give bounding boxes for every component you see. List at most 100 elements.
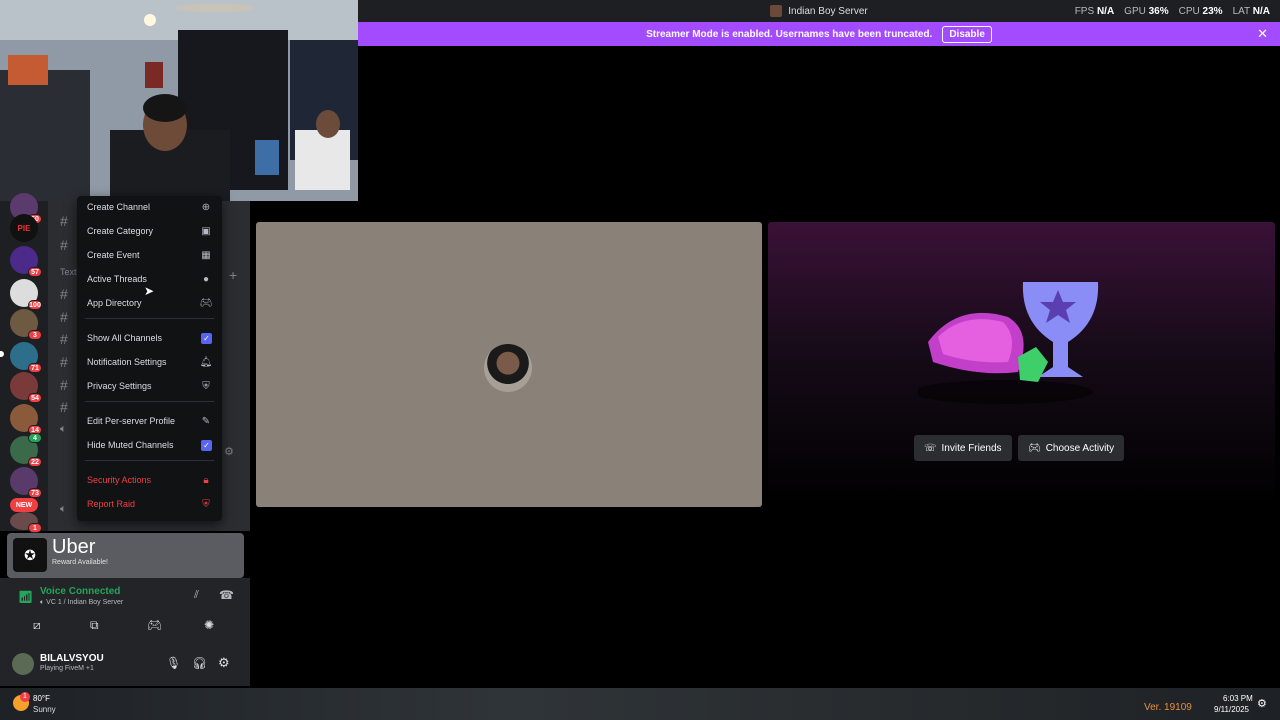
taskbar: 1 80°F Sunny Ver. 19109 6:03 PM 9/11/202…: [0, 688, 1280, 720]
gear-icon[interactable]: ⚙: [224, 445, 234, 458]
perf-fps: FPS N/A: [1074, 5, 1115, 17]
menu-hide-muted-channels[interactable]: Hide Muted Channels ✓: [83, 434, 216, 456]
username: BILALVSYOU: [40, 653, 104, 664]
banner-text: Streamer Mode is enabled. Usernames have…: [646, 28, 933, 40]
hash-icon: #: [60, 331, 68, 347]
plus-circle-icon: ⊕: [201, 201, 211, 213]
close-icon[interactable]: ✕: [1257, 26, 1268, 42]
hash-icon: #: [60, 377, 68, 393]
clock-date[interactable]: 9/11/2025: [1214, 705, 1249, 714]
uber-promo[interactable]: ✪ Uber Reward Available!: [7, 533, 244, 578]
shield-alert-icon: ⛨: [202, 498, 210, 510]
participant-avatar: [484, 344, 532, 392]
user-activity: Playing FiveM +1: [40, 665, 94, 672]
notification-icon[interactable]: ⚙: [1257, 697, 1267, 710]
uber-title: Uber: [52, 536, 96, 558]
menu-show-all-channels[interactable]: Show All Channels ✓: [83, 327, 216, 349]
menu-security-actions[interactable]: Security Actions 🔒︎: [83, 469, 216, 491]
new-badge[interactable]: NEW: [10, 498, 38, 512]
mouse-cursor-icon: ➤: [144, 284, 155, 298]
hash-icon: #: [60, 237, 68, 253]
menu-privacy-settings[interactable]: Privacy Settings ⛨: [83, 375, 216, 397]
weather-badge: 1: [20, 692, 30, 702]
version-label: Ver. 19109: [1144, 702, 1192, 713]
server-icon-10[interactable]: 1: [10, 512, 42, 533]
perf-cpu: CPU 23%: [1178, 5, 1223, 17]
server-icon-7[interactable]: 14: [10, 404, 42, 435]
voice-status: Voice Connected: [40, 586, 121, 597]
server-icon-9[interactable]: 73: [10, 467, 42, 498]
menu-create-channel[interactable]: Create Channel ⊕: [83, 196, 216, 218]
server-context-menu: Create Channel ⊕ Create Category ▣ Create …: [77, 196, 222, 521]
noise-suppression-icon[interactable]: ⫽: [194, 589, 199, 602]
activity-tile: ☏ Invite Friends 🎮︎ Choose Activity: [768, 222, 1275, 507]
choose-activity-button[interactable]: 🎮︎ Choose Activity: [1018, 435, 1125, 461]
add-friend-icon: ☏: [924, 442, 937, 454]
server-rail: 50 PIE 57 100 3 71 54 14 422 73 NEW 1: [0, 193, 48, 533]
menu-divider: [85, 401, 214, 402]
weather-temp[interactable]: 80°F: [33, 694, 50, 703]
voice-panel: 📶︎ Voice Connected 🔈︎ VC 1 / Indian Boy …: [0, 578, 250, 644]
add-channel-icon[interactable]: +: [229, 267, 237, 283]
checkbox-checked-icon: ✓: [201, 332, 212, 344]
perf-lat: LAT N/A: [1232, 5, 1270, 17]
menu-create-event[interactable]: Create Event ▦: [83, 244, 216, 266]
server-icon-6[interactable]: 54: [10, 372, 42, 403]
trophy-illustration: [918, 282, 1099, 404]
activity-icon[interactable]: 🎮︎: [147, 618, 162, 632]
menu-edit-server-profile[interactable]: Edit Per-server Profile ✎: [83, 410, 216, 432]
weather-desc: Sunny: [33, 705, 56, 714]
server-icon-4[interactable]: 3: [10, 309, 42, 340]
soundboard-icon[interactable]: ✺: [204, 618, 214, 632]
server-icon-pie[interactable]: PIE: [10, 214, 38, 242]
menu-divider: [85, 460, 214, 461]
pencil-icon: ✎: [201, 415, 211, 427]
menu-report-raid[interactable]: Report Raid ⛨: [83, 493, 216, 515]
user-panel: BILALVSYOU Playing FiveM +1 🎙︎ 🎧︎ ⚙: [0, 644, 250, 686]
webcam-overlay: [0, 0, 358, 201]
streamer-mode-banner: Streamer Mode is enabled. Usernames have…: [358, 22, 1280, 46]
window-title: Indian Boy Server: [788, 5, 868, 17]
checkbox-checked-icon: ✓: [201, 439, 212, 451]
speaker-icon: 🔈︎: [60, 423, 67, 435]
clock-time[interactable]: 6:03 PM: [1223, 694, 1253, 703]
microphone-icon[interactable]: 🎙︎: [166, 656, 181, 670]
server-icon: [770, 5, 783, 17]
server-icon-8[interactable]: 4 22: [10, 433, 42, 467]
unread-pip: [0, 351, 4, 357]
menu-create-category[interactable]: Create Category ▣: [83, 220, 216, 242]
folder-plus-icon: ▣: [201, 225, 211, 237]
perf-gpu: GPU 36%: [1124, 5, 1169, 17]
menu-notification-settings[interactable]: Notification Settings 🔔︎: [83, 351, 216, 373]
hash-icon: #: [60, 286, 68, 302]
thread-icon: ●: [202, 273, 210, 285]
server-icon-2[interactable]: 57: [10, 246, 42, 277]
hash-icon: #: [60, 309, 68, 325]
menu-divider: [85, 318, 214, 319]
calendar-plus-icon: ▦: [201, 249, 211, 261]
uber-subtitle: Reward Available!: [52, 559, 108, 566]
voice-channel[interactable]: 🔈︎ VC 1 / Indian Boy Server: [40, 599, 123, 607]
participant-tile[interactable]: [256, 222, 762, 507]
server-icon-5[interactable]: 71: [10, 342, 42, 373]
server-icon-3[interactable]: 100: [10, 279, 42, 310]
signal-icon: 📶︎: [18, 590, 34, 604]
shield-icon: ⛨: [202, 380, 210, 392]
category-label: Text: [60, 267, 77, 277]
uber-logo-icon: ✪: [13, 538, 47, 572]
screenshare-icon[interactable]: ⧉: [90, 618, 99, 633]
avatar[interactable]: [12, 653, 34, 675]
disable-streamer-mode-button[interactable]: Disable: [942, 25, 992, 43]
hash-icon: #: [60, 213, 68, 229]
headphones-icon[interactable]: 🎧︎: [192, 656, 207, 670]
lock-icon: 🔒︎: [203, 474, 209, 486]
invite-friends-button[interactable]: ☏ Invite Friends: [914, 435, 1012, 461]
performance-overlay: FPS N/A GPU 36% CPU 23% LAT N/A: [1075, 0, 1270, 22]
settings-gear-icon[interactable]: ⚙: [218, 655, 230, 671]
controller-icon: 🎮︎: [199, 297, 213, 309]
hash-icon: #: [60, 399, 68, 415]
camera-off-icon[interactable]: ⧄: [33, 618, 41, 633]
hash-icon: #: [60, 354, 68, 370]
speaker-icon: 🔈︎: [60, 503, 67, 515]
disconnect-icon[interactable]: ☎: [219, 588, 234, 602]
